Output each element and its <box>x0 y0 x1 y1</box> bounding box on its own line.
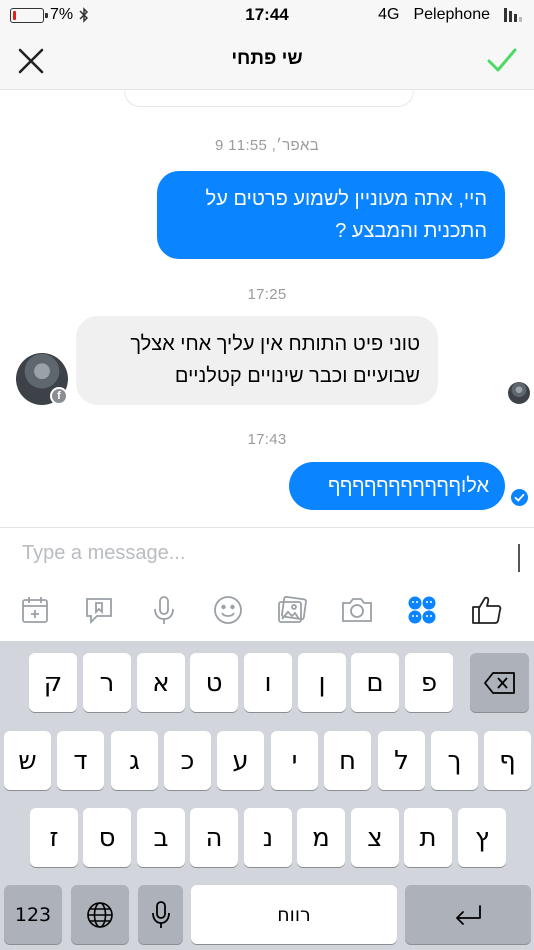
message-input[interactable] <box>22 542 492 565</box>
message-bubble-outgoing[interactable]: היי, אתה מעוניין לשמוע פרטים על התכנית ו… <box>157 171 505 259</box>
message-composer <box>0 527 534 577</box>
microphone-icon[interactable] <box>147 593 181 627</box>
key[interactable]: ם <box>351 653 399 712</box>
key[interactable]: ץ <box>458 808 506 867</box>
smiley-icon[interactable] <box>211 593 245 627</box>
backspace-icon <box>483 671 515 694</box>
key[interactable]: ג <box>111 731 158 790</box>
key[interactable]: צ <box>351 808 399 867</box>
conversation-title: שי פתחי <box>231 48 303 69</box>
key[interactable]: ד <box>57 731 104 790</box>
return-key[interactable] <box>405 885 531 944</box>
key[interactable]: ק <box>29 653 77 712</box>
thumbs-up-icon[interactable] <box>470 593 504 627</box>
key[interactable]: ב <box>137 808 185 867</box>
backspace-key[interactable] <box>470 653 529 712</box>
globe-key[interactable] <box>71 885 129 944</box>
key[interactable]: ט <box>190 653 238 712</box>
key[interactable]: ש <box>4 731 51 790</box>
key[interactable]: ו <box>244 653 292 712</box>
key[interactable]: ר <box>83 653 131 712</box>
message-bubble-incoming[interactable]: טוני פיט התותח אין עליך אחי אצלך שבועיים… <box>76 316 438 405</box>
key[interactable]: כ <box>164 731 211 790</box>
delivered-check-icon <box>511 489 528 506</box>
timestamp: 17:25 <box>247 286 287 303</box>
status-right: 4G Pelephone <box>378 6 522 24</box>
message-bubble-outgoing[interactable]: אלוףףףףףףףףףףף <box>289 462 505 510</box>
composer-toolbar <box>0 577 534 641</box>
key[interactable]: נ <box>244 808 292 867</box>
numbers-key[interactable]: 123 <box>4 885 62 944</box>
checkmark-icon[interactable] <box>486 44 518 76</box>
previous-message-card <box>124 91 414 107</box>
stickers-icon[interactable] <box>405 593 439 627</box>
key[interactable]: ף <box>484 731 531 790</box>
microphone-icon <box>151 900 170 928</box>
key[interactable]: מ <box>297 808 345 867</box>
key[interactable]: ח <box>324 731 371 790</box>
seen-avatar <box>508 382 530 404</box>
key[interactable]: ז <box>30 808 78 867</box>
photos-icon[interactable] <box>275 593 309 627</box>
key[interactable]: ע <box>217 731 264 790</box>
timestamp: 17:43 <box>247 431 287 448</box>
return-icon <box>456 904 481 925</box>
key[interactable]: ת <box>404 808 452 867</box>
carrier-name: Pelephone <box>413 6 490 23</box>
message-list[interactable]: 9 באפר׳, 11:55 היי, אתה מעוניין לשמוע פר… <box>0 91 534 527</box>
conversation-header: שי פתחי <box>0 30 534 90</box>
key[interactable]: ס <box>83 808 131 867</box>
facebook-icon: f <box>50 387 68 405</box>
bookmark-chat-icon[interactable] <box>82 593 116 627</box>
space-key[interactable]: רווח <box>191 885 397 944</box>
key[interactable]: א <box>137 653 185 712</box>
key[interactable]: ל <box>378 731 425 790</box>
signal-icon <box>504 8 522 22</box>
key[interactable]: ה <box>190 808 238 867</box>
calendar-add-icon[interactable] <box>18 593 52 627</box>
status-bar: 7% 17:44 4G Pelephone <box>0 0 534 30</box>
timestamp: 9 באפר׳, 11:55 <box>215 137 319 154</box>
dictation-key[interactable] <box>138 885 183 944</box>
key[interactable]: ך <box>431 731 478 790</box>
text-cursor <box>518 544 520 572</box>
key[interactable]: פ <box>405 653 453 712</box>
camera-icon[interactable] <box>340 593 374 627</box>
key[interactable]: י <box>271 731 318 790</box>
keyboard: פ ם ן ו ט א ר ק ף ך ל ח י ע כ ג ד ש ץ ת … <box>0 641 534 950</box>
key[interactable]: ן <box>298 653 346 712</box>
globe-icon <box>87 901 113 928</box>
network-type: 4G <box>378 6 400 23</box>
